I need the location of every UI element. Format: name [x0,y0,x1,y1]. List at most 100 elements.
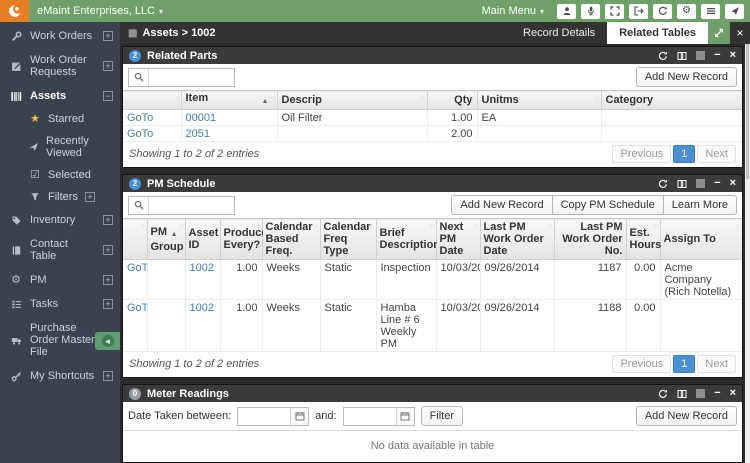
search-input[interactable] [149,197,234,213]
add-new-record-button[interactable]: Add New Record [635,406,737,426]
drag-handle-icon[interactable] [696,179,706,188]
close-tab-button[interactable]: × [730,22,750,44]
asset-id-link[interactable]: 1002 [190,262,214,274]
refresh-icon[interactable] [658,389,668,399]
col-calendar-freq-type[interactable]: Calendar Freq Type [319,218,377,260]
menu-button[interactable] [701,3,720,19]
expand-plus-icon[interactable]: + [103,299,113,309]
sidebar-item-filters[interactable]: Filters + [0,186,120,208]
previous-page-button[interactable]: Previous [612,145,672,163]
expand-plus-icon[interactable]: + [103,31,113,41]
add-new-record-button[interactable]: Add New Record [451,195,553,215]
col-last-pm-wo-date[interactable]: Last PM Work Order Date [479,218,555,260]
expand-plus-icon[interactable]: + [103,245,113,255]
refresh-icon[interactable] [658,51,668,61]
filter-button[interactable]: Filter [420,406,464,426]
refresh-icon[interactable] [658,179,668,189]
next-page-button[interactable]: Next [697,355,736,373]
sidebar-collapse-button[interactable]: ◂ [95,332,120,350]
drag-handle-icon[interactable] [696,51,706,60]
sidebar-item-inventory[interactable]: Inventory + [0,208,120,232]
columns-icon[interactable] [677,51,687,61]
sidebar-item-selected[interactable]: ☑ Selected [0,164,120,186]
asset-id-link[interactable]: 1002 [190,302,214,314]
search-input[interactable] [149,69,234,85]
col-goto[interactable] [123,218,148,260]
close-icon[interactable]: × [730,50,736,61]
goto-link[interactable]: GoTo [127,112,153,124]
expand-plus-icon[interactable]: + [84,192,95,202]
expand-plus-icon[interactable]: + [103,371,113,381]
collapse-minus-icon[interactable]: − [103,91,113,101]
calendar-icon[interactable] [395,407,414,425]
col-assign-to[interactable]: Assign To [659,218,742,260]
microphone-button[interactable] [581,3,600,19]
col-est-hours[interactable]: Est. Hours [625,218,661,260]
sidebar-item-contact-table[interactable]: Contact Table + [0,232,120,268]
goto-link[interactable]: GoTo [127,262,146,274]
minimize-icon[interactable]: − [714,178,720,189]
expand-plus-icon[interactable]: + [103,61,113,71]
scrollbar-thumb[interactable] [746,44,749,179]
goto-link[interactable]: GoTo [127,302,146,314]
add-new-record-button[interactable]: Add New Record [635,67,737,87]
refresh-button[interactable] [653,3,672,19]
settings-button[interactable]: ⚙ [677,3,696,19]
chevron-down-icon: ▾ [159,6,164,16]
item-link[interactable]: 2051 [186,128,210,140]
sidebar-item-starred[interactable]: ★ Starred [0,108,120,130]
next-page-button[interactable]: Next [697,145,736,163]
navigate-button[interactable] [725,3,744,19]
sidebar-item-assets[interactable]: Assets − [0,84,120,108]
col-pm-group[interactable]: ▲ PM Group [146,218,186,260]
col-last-pm-wo-no[interactable]: Last PM Work Order No. [553,218,627,260]
col-produce-every[interactable]: Produce Every? [219,218,268,260]
previous-page-button[interactable]: Previous [612,355,672,373]
tab-related-tables[interactable]: Related Tables [607,22,708,44]
expand-plus-icon[interactable]: + [103,275,113,285]
item-link[interactable]: 00001 [186,112,217,124]
goto-link[interactable]: GoTo [127,128,153,140]
expand-plus-icon[interactable]: + [103,215,113,225]
wrench-icon [10,30,22,42]
minimize-icon[interactable]: − [714,50,720,61]
sidebar-item-recently-viewed[interactable]: Recently Viewed [0,130,120,164]
page-1-button[interactable]: 1 [673,145,696,163]
date-from-input[interactable] [238,407,291,425]
main-menu[interactable]: Main Menu ▾ [482,5,544,17]
columns-icon[interactable] [677,179,687,189]
sidebar-item-pm[interactable]: ⚙ PM + [0,268,120,292]
col-next-pm-date[interactable]: Next PM Date [435,218,481,260]
company-menu[interactable]: eMaint Enterprises, LLC ▾ [37,5,163,17]
sign-out-button[interactable] [629,3,648,19]
col-item[interactable]: ▲ Item [180,90,278,110]
minimize-icon[interactable]: − [714,388,720,399]
col-category[interactable]: Category [600,90,742,110]
col-unitms[interactable]: Unitms [476,90,602,110]
copy-pm-schedule-button[interactable]: Copy PM Schedule [551,195,664,215]
tab-record-details[interactable]: Record Details [511,22,607,44]
learn-more-button[interactable]: Learn More [662,195,737,215]
vertical-scrollbar[interactable] [745,44,750,463]
col-brief-description[interactable]: Brief Description [375,218,440,260]
page-1-button[interactable]: 1 [673,355,696,373]
columns-icon[interactable] [677,389,687,399]
close-icon[interactable]: × [730,178,736,189]
close-icon[interactable]: × [730,388,736,399]
col-goto[interactable] [123,90,182,110]
calendar-icon[interactable] [290,407,309,425]
fullscreen-button[interactable] [605,3,624,19]
sidebar-item-work-order-requests[interactable]: Work Order Requests + [0,48,120,84]
sidebar-item-my-shortcuts[interactable]: My Shortcuts + [0,364,120,388]
col-calendar-based-freq[interactable]: Calendar Based Freq. [261,218,321,260]
col-qty[interactable]: Qty [426,90,478,110]
sidebar-item-tasks[interactable]: Tasks + [0,292,120,316]
date-to-input[interactable] [343,407,396,425]
pagination: Previous 1 Next [612,355,736,373]
user-button[interactable] [557,3,576,19]
col-descrip[interactable]: Descrip [276,90,428,110]
col-asset-id[interactable]: Asset ID [184,218,221,260]
sidebar-item-work-orders[interactable]: Work Orders + [0,24,120,48]
drag-handle-icon[interactable] [696,389,706,398]
expand-tab-button[interactable] [708,22,730,44]
